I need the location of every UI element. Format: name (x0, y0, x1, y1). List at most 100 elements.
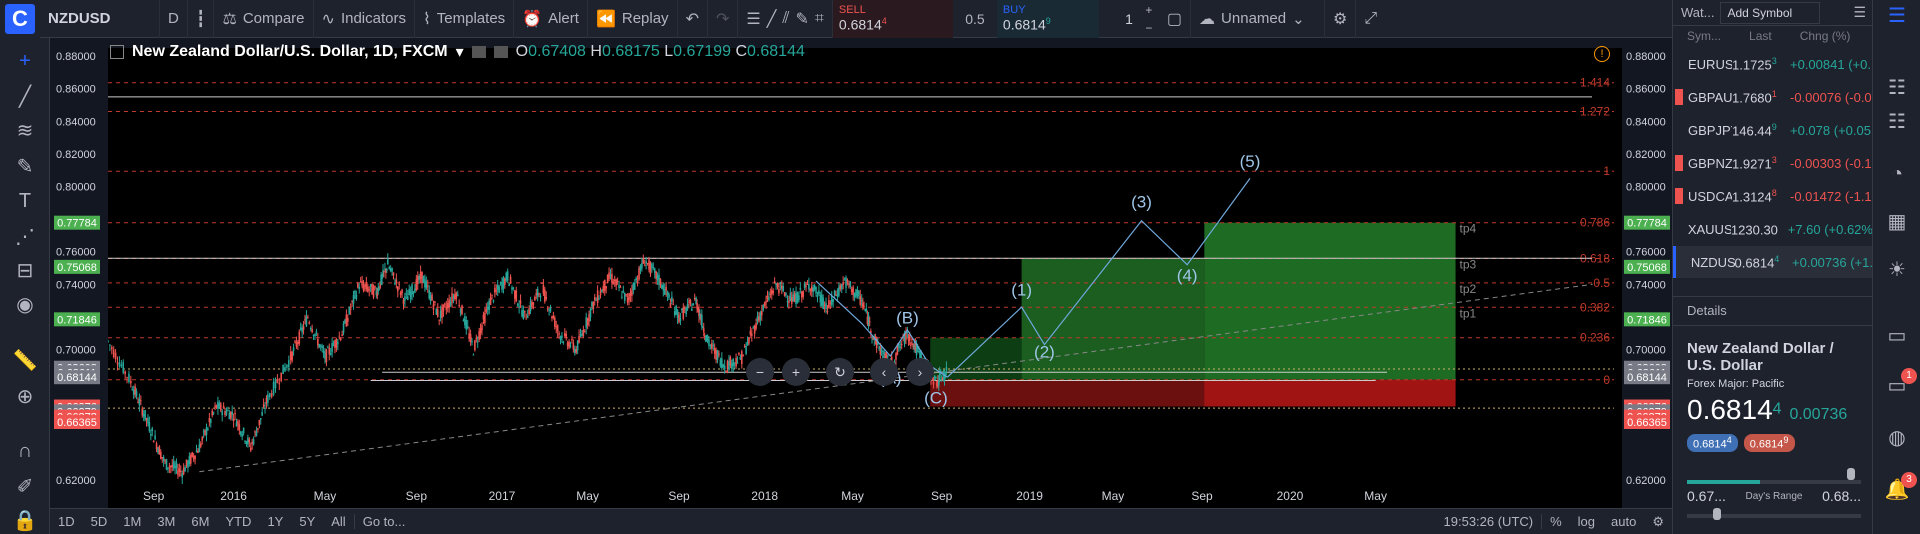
range-1m[interactable]: 1M (115, 514, 149, 529)
symbol-search[interactable]: NZDUSD (40, 0, 160, 38)
range-1d[interactable]: 1D (50, 514, 83, 529)
add-symbol-input[interactable]: Add Symbol (1720, 1, 1821, 24)
details-header[interactable]: Details (1673, 296, 1873, 326)
list-icon[interactable]: ☰ (1853, 4, 1866, 21)
watchlist-row[interactable]: NZDUSD 0.68144 +0.00736 (+1. (1673, 246, 1873, 278)
col-last[interactable]: Last (1749, 29, 1772, 43)
reset-icon[interactable]: ↻ (826, 358, 854, 386)
sell-button[interactable]: SELL 0.68144 (832, 0, 953, 38)
chat-icon[interactable]: ▭ (1883, 322, 1911, 350)
watchlist-row[interactable]: XAUUSD 1230.30 +7.60 (+0.62% (1673, 213, 1873, 245)
wave-label[interactable]: (C) (924, 388, 948, 407)
flag-icon[interactable] (1675, 155, 1683, 171)
settings-button[interactable]: ⚙ (1325, 0, 1357, 38)
range-5y[interactable]: 5Y (291, 514, 323, 529)
drawing-tools[interactable]: ☰ ╱ ⫽ ✎ ⌗ (738, 0, 833, 38)
gear-icon[interactable]: ⚙ (1644, 514, 1672, 530)
replay-button[interactable]: ⏪ Replay (588, 0, 678, 38)
lock-icon[interactable]: 🔒 (12, 508, 38, 534)
chart-svg[interactable]: 1.4141.27210.7860.6180.50.3820.2360tp4tp… (50, 38, 1672, 508)
hotlist-icon[interactable]: ◔ (1883, 160, 1911, 188)
scroll-right-icon[interactable]: › (906, 358, 934, 386)
pattern-tool-icon[interactable]: ⋰ (12, 224, 38, 250)
text-tool-icon[interactable]: T (12, 188, 38, 214)
range-3m[interactable]: 3M (149, 514, 183, 529)
wave-label[interactable]: (2) (1034, 343, 1055, 362)
pitchfork-tool-icon[interactable]: ≋ (12, 118, 38, 144)
flag-icon[interactable] (1675, 122, 1683, 138)
range-1y[interactable]: 1Y (259, 514, 291, 529)
fullscreen-button[interactable]: ⤢ (1356, 0, 1385, 38)
fullscreen-box[interactable]: ▢ (1159, 0, 1192, 38)
zoom-out-icon[interactable]: − (746, 358, 774, 386)
templates-button[interactable]: ⌇ Templates (415, 0, 515, 38)
lightbulb-icon[interactable]: ◍ (1883, 424, 1911, 452)
range-all[interactable]: All (323, 514, 353, 529)
watchlist-row[interactable]: EURUSD 1.17253 +0.00841 (+0. (1673, 48, 1873, 80)
range-5d[interactable]: 5D (83, 514, 116, 529)
lock-drawing-icon[interactable]: ✐ (12, 474, 38, 500)
wave-label[interactable]: (B) (896, 308, 919, 327)
plus-icon[interactable]: + (1139, 1, 1159, 19)
price-axis-right[interactable]: 0.88000 0.86000 0.84000 0.82000 0.80000 0.760… (1624, 51, 1670, 487)
clock[interactable]: 19:53:26 (UTC) (1436, 514, 1542, 529)
interval-button[interactable]: D (160, 0, 188, 38)
magnet-icon[interactable]: ∩ (12, 438, 38, 464)
wave-label[interactable]: (1) (1011, 281, 1032, 300)
time-axis[interactable]: Sep 2016 May Sep 2017 May Sep 2018 May Sep 2019 May… (143, 489, 1387, 503)
warning-icon[interactable]: ! (1594, 46, 1610, 62)
trendline-tool-icon[interactable]: ╱ (12, 84, 38, 110)
legend-title[interactable]: New Zealand Dollar/U.S. Dollar, 1D, FXCM (132, 43, 448, 61)
watchlist-title[interactable]: Wat... (1681, 5, 1714, 20)
zoom-icon[interactable]: ⊕ (12, 384, 38, 410)
undo-button[interactable]: ↶ (678, 0, 708, 38)
alerts-list-icon[interactable]: ☷ (1883, 74, 1911, 102)
legend-settings-icon[interactable] (493, 46, 508, 58)
prediction-tool-icon[interactable]: ⊟ (12, 258, 38, 284)
buy-button[interactable]: BUY 0.68149 (996, 0, 1099, 38)
watchlist-row[interactable]: GBPNZD 1.92713 -0.00303 (-0.1 (1673, 147, 1873, 179)
globe-icon[interactable]: ◉ (12, 292, 38, 318)
brush-tool-icon[interactable]: ✎ (12, 154, 38, 180)
range-6m[interactable]: 6M (183, 514, 217, 529)
calendar-icon[interactable]: ▦ (1883, 208, 1911, 236)
goto-button[interactable]: Go to... (353, 514, 414, 529)
indicators-button[interactable]: ∿ Indicators (314, 0, 415, 38)
watchlist-row[interactable]: USDCAD 1.31248 -0.01472 (-1.1 (1673, 180, 1873, 212)
ideas-icon[interactable]: ☀ (1883, 256, 1911, 284)
price-axis-left[interactable]: 0.88000 0.86000 0.84000 0.82000 0.80000 0.760… (54, 51, 100, 487)
flag-icon[interactable] (1675, 221, 1683, 237)
zoom-in-icon[interactable]: + (782, 358, 810, 386)
flag-icon[interactable] (1678, 254, 1686, 270)
quantity-field[interactable]: 1 (1099, 11, 1139, 27)
chart-area[interactable]: 1.414 1.272 1 0.786 0.618 0.5 0.382 0.236 0 tp4 tp… (50, 38, 1672, 534)
col-symbol[interactable]: Sym... (1687, 29, 1721, 43)
ruler-icon[interactable]: 📏 (12, 348, 38, 374)
legend-dropdown-icon[interactable]: ▾ (456, 42, 464, 62)
scroll-left-icon[interactable]: ‹ (870, 358, 898, 386)
watchlist-row[interactable]: GBPJPY 146.449 +0.078 (+0.05 (1673, 114, 1873, 146)
flag-icon[interactable] (1675, 56, 1683, 72)
wave-label[interactable]: (4) (1177, 266, 1198, 285)
redo-button[interactable]: ↷ (708, 0, 739, 38)
crosshair-icon[interactable]: + (12, 48, 38, 74)
flag-icon[interactable] (1675, 89, 1683, 105)
col-change[interactable]: Chng (%) (1800, 29, 1851, 43)
chart-style-button[interactable]: ┇ (188, 0, 215, 38)
logo[interactable]: C (0, 0, 40, 38)
minus-icon[interactable]: − (1139, 19, 1159, 37)
wave-label[interactable]: (3) (1131, 193, 1152, 212)
watchlist-row[interactable]: GBPAUD 1.76801 -0.00076 (-0.0 (1673, 81, 1873, 113)
legend-eye-icon[interactable] (471, 46, 486, 58)
auto-toggle[interactable]: auto (1603, 514, 1644, 529)
quantity-stepper[interactable]: + − (1139, 1, 1159, 37)
data-window-icon[interactable]: ☷ (1883, 108, 1911, 136)
wave-label[interactable]: (5) (1240, 152, 1261, 171)
layout-menu[interactable]: ☁ Unnamed ⌄ (1191, 0, 1326, 38)
log-toggle[interactable]: log (1570, 514, 1603, 529)
alert-button[interactable]: ⏰ Alert (514, 0, 588, 38)
watchlist-icon[interactable]: ☰ (1883, 2, 1911, 30)
compare-button[interactable]: ⚖ Compare (214, 0, 314, 38)
range-ytd[interactable]: YTD (217, 514, 259, 529)
flag-icon[interactable] (1675, 188, 1683, 204)
